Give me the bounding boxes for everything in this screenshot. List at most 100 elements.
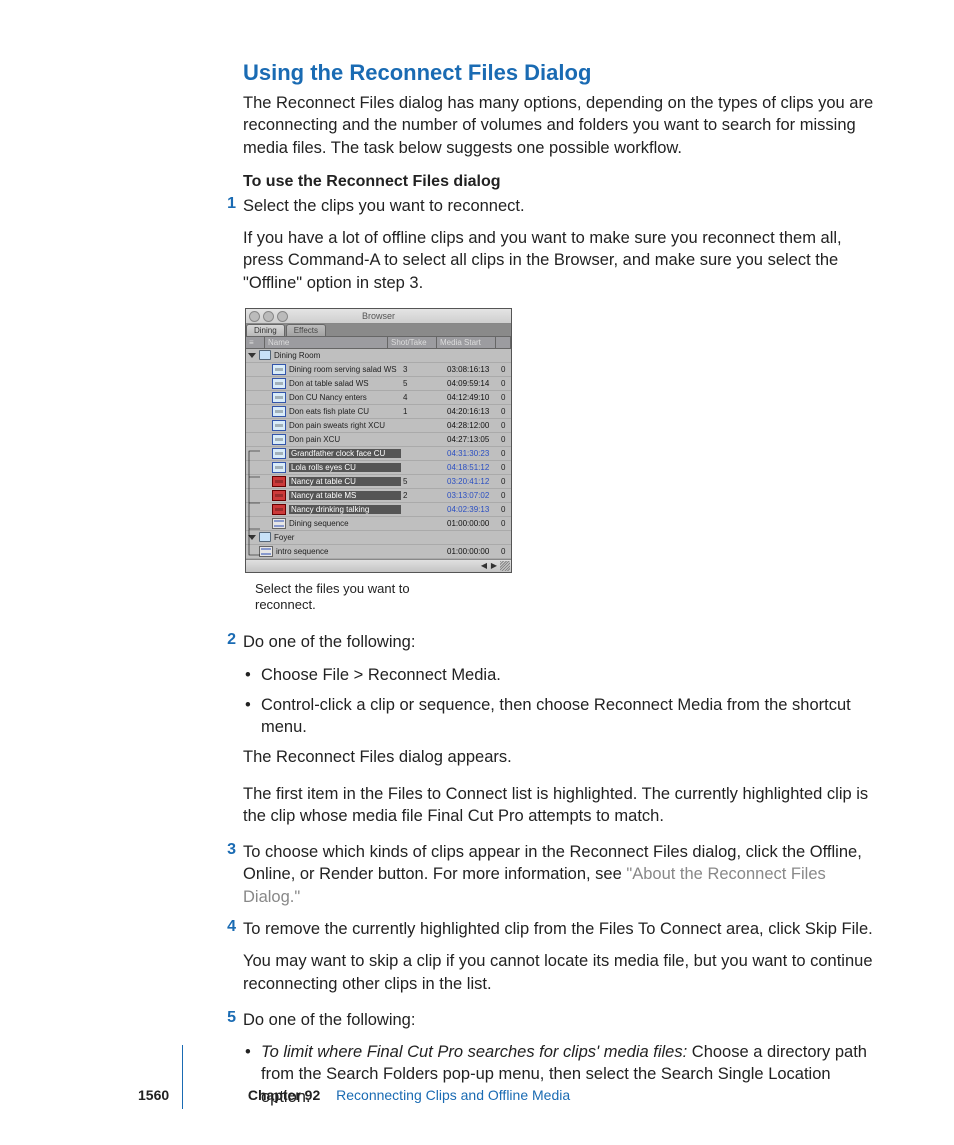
row-media-start: 04:09:59:14 (447, 379, 501, 388)
minimize-icon[interactable] (263, 311, 274, 322)
row-media-start: 03:20:41:12 (447, 477, 501, 486)
table-row[interactable]: Nancy at table CU503:20:41:120 (246, 475, 511, 489)
bullet-text: Choose File > Reconnect Media. (261, 666, 501, 684)
row-trailing: 0 (501, 393, 511, 402)
row-media-start: 01:00:00:00 (447, 547, 501, 556)
step-number: 4 (218, 918, 236, 936)
row-name: Nancy at table CU (289, 477, 401, 486)
zoom-icon[interactable] (277, 311, 288, 322)
browser-titlebar: Browser (246, 309, 511, 324)
browser-title: Browser (362, 311, 395, 321)
table-row[interactable]: Don pain XCU04:27:13:050 (246, 433, 511, 447)
row-trailing: 0 (501, 505, 511, 514)
row-name: Don at table salad WS (289, 379, 403, 388)
clip-icon (272, 490, 286, 501)
step-5: 5 Do one of the following: (243, 1009, 883, 1031)
step-1-note: If you have a lot of offline clips and y… (243, 227, 883, 294)
row-trailing: 0 (501, 421, 511, 430)
table-row[interactable]: Lola rolls eyes CU04:18:51:120 (246, 461, 511, 475)
sequence-icon (259, 546, 273, 557)
row-trailing: 0 (501, 477, 511, 486)
tab-dining[interactable]: Dining (246, 324, 285, 336)
column-header-media[interactable]: Media Start (437, 337, 496, 348)
bin-folder-icon (259, 350, 271, 360)
clip-icon (272, 420, 286, 431)
close-icon[interactable] (249, 311, 260, 322)
row-trailing: 0 (501, 435, 511, 444)
bullet-emphasis: To limit where Final Cut Pro searches fo… (261, 1043, 692, 1061)
row-media-start: 04:18:51:12 (447, 463, 501, 472)
row-name: Don pain sweats right XCU (289, 421, 403, 430)
row-shot: 2 (403, 491, 447, 500)
table-row[interactable]: Grandfather clock face CU04:31:30:230 (246, 447, 511, 461)
table-row[interactable]: Don eats fish plate CU104:20:16:130 (246, 405, 511, 419)
column-header-name[interactable]: Name (265, 337, 388, 348)
disclosure-triangle-icon[interactable] (248, 353, 256, 358)
clip-icon (272, 364, 286, 375)
table-row[interactable]: Foyer (246, 531, 511, 545)
window-traffic-lights[interactable] (249, 311, 288, 322)
step-4: 4 To remove the currently highlighted cl… (243, 918, 883, 940)
table-row[interactable]: Dining sequence01:00:00:000 (246, 517, 511, 531)
row-shot: 5 (403, 477, 447, 486)
column-header-icon[interactable]: ≡ (246, 337, 265, 348)
disclosure-triangle-icon[interactable] (248, 535, 256, 540)
scroll-right-icon[interactable]: ▶ (489, 561, 499, 571)
row-shot: 3 (403, 365, 447, 374)
task-heading: To use the Reconnect Files dialog (243, 173, 883, 191)
step-text: Do one of the following: (243, 1009, 883, 1031)
tab-effects[interactable]: Effects (286, 324, 326, 336)
table-row[interactable]: Nancy at table MS203:13:07:020 (246, 489, 511, 503)
row-trailing: 0 (501, 547, 511, 556)
row-trailing: 0 (501, 407, 511, 416)
table-row[interactable]: Dining room serving salad WS303:08:16:13… (246, 363, 511, 377)
table-row[interactable]: Nancy drinking talking04:02:39:130 (246, 503, 511, 517)
clip-icon (272, 392, 286, 403)
clip-icon (272, 504, 286, 515)
table-row[interactable]: Dining Room (246, 349, 511, 363)
browser-tabs: Dining Effects (246, 324, 511, 336)
step-4-note: You may want to skip a clip if you canno… (243, 950, 883, 995)
section-heading: Using the Reconnect Files Dialog (243, 60, 883, 86)
table-row[interactable]: Don at table salad WS504:09:59:140 (246, 377, 511, 391)
step-text: Select the clips you want to reconnect. (243, 195, 883, 217)
step-3: 3 To choose which kinds of clips appear … (243, 841, 883, 908)
step-number: 5 (218, 1009, 236, 1027)
step-text: To choose which kinds of clips appear in… (243, 841, 883, 908)
column-header-shot[interactable]: Shot/Take (388, 337, 437, 348)
row-name: Foyer (274, 533, 403, 542)
step-1: 1 Select the clips you want to reconnect… (243, 195, 883, 217)
bin-folder-icon (259, 532, 271, 542)
horizontal-scrollbar[interactable]: ◀ ▶ (246, 559, 511, 572)
row-trailing: 0 (501, 491, 511, 500)
column-header-row: ≡ Name Shot/Take Media Start (246, 336, 511, 349)
table-row[interactable]: Don CU Nancy enters404:12:49:100 (246, 391, 511, 405)
clip-icon (272, 476, 286, 487)
clip-icon (272, 448, 286, 459)
page-number: 1560 (138, 1087, 192, 1103)
row-shot: 5 (403, 379, 447, 388)
row-media-start: 03:13:07:02 (447, 491, 501, 500)
row-name: Nancy drinking talking (289, 505, 401, 514)
table-row[interactable]: Don pain sweats right XCU 04:28:12:000 (246, 419, 511, 433)
resize-grip-icon[interactable] (500, 561, 510, 571)
chapter-label: Chapter 92 (248, 1087, 320, 1103)
table-row[interactable]: intro sequence01:00:00:000 (246, 545, 511, 559)
row-shot: 4 (403, 393, 447, 402)
step-text: To remove the currently highlighted clip… (243, 918, 883, 940)
bullet-item: Choose File > Reconnect Media. (243, 664, 883, 686)
step-2-result: The Reconnect Files dialog appears. (243, 746, 883, 768)
row-name: Dining sequence (289, 519, 403, 528)
step-number: 3 (218, 841, 236, 859)
row-name: Dining room serving salad WS (289, 365, 403, 374)
chapter-title: Reconnecting Clips and Offline Media (336, 1087, 570, 1103)
row-name: Don CU Nancy enters (289, 393, 403, 402)
screenshot-caption: Select the files you want to reconnect. (255, 581, 435, 614)
step-2: 2 Do one of the following: (243, 631, 883, 653)
row-media-start: 04:28:12:00 (447, 421, 501, 430)
clip-icon (272, 378, 286, 389)
row-media-start: 03:08:16:13 (447, 365, 501, 374)
column-header-more[interactable] (496, 337, 511, 348)
row-trailing: 0 (501, 379, 511, 388)
scroll-left-icon[interactable]: ◀ (479, 561, 489, 571)
